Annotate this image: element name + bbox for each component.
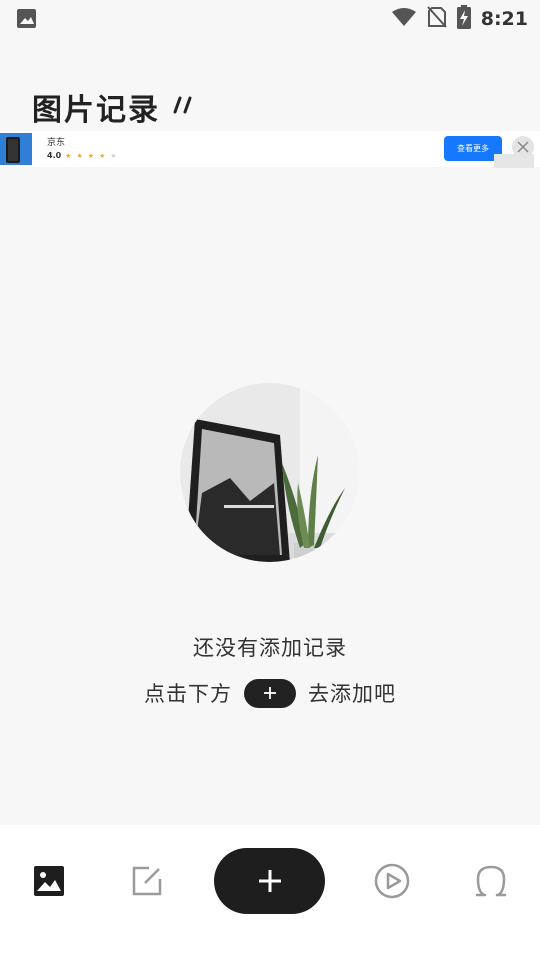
nav-gallery-icon[interactable] bbox=[31, 863, 67, 899]
hint-text-before: 点击下方 bbox=[144, 682, 232, 706]
image-notification-icon bbox=[16, 8, 37, 33]
bottom-navigation bbox=[0, 825, 540, 960]
ad-close-icon[interactable] bbox=[494, 136, 534, 172]
hint-add-pill-icon bbox=[244, 678, 296, 708]
empty-state-hint: 点击下方 去添加吧 bbox=[0, 678, 540, 708]
star-icon: ★ bbox=[87, 151, 95, 160]
nav-play-icon[interactable] bbox=[374, 863, 410, 899]
nav-profile-icon[interactable] bbox=[473, 863, 509, 899]
star-icon: ★ bbox=[65, 151, 72, 160]
status-time: 8:21 bbox=[480, 8, 528, 30]
nav-edit-icon[interactable] bbox=[129, 863, 165, 899]
star-icon: ★ bbox=[110, 151, 117, 160]
star-icon: ★ bbox=[99, 151, 106, 160]
no-sim-icon bbox=[426, 6, 447, 32]
hint-text-after: 去添加吧 bbox=[308, 682, 396, 706]
nav-add-button[interactable] bbox=[214, 848, 325, 914]
double-slash-decoration-icon bbox=[173, 96, 193, 118]
ad-product-thumbnail[interactable] bbox=[0, 133, 32, 165]
add-icon bbox=[258, 870, 281, 892]
ad-star-rating: ★ ★ ★ ★ ★ bbox=[65, 152, 116, 160]
empty-state-title: 还没有添加记录 bbox=[193, 636, 347, 660]
ad-rating-value: 4.0 bbox=[47, 151, 62, 160]
page-title: 图片记录 bbox=[32, 93, 160, 128]
wifi-icon bbox=[391, 7, 417, 31]
status-bar: 8:21 bbox=[0, 0, 540, 36]
ad-app-name: 京东 bbox=[47, 138, 66, 148]
empty-state-illustration bbox=[180, 383, 359, 562]
star-icon: ★ bbox=[76, 151, 83, 160]
ad-banner[interactable]: 京东 4.0 ★ ★ ★ ★ ★ 查看更多 bbox=[0, 131, 540, 167]
ad-rating-row: 4.0 ★ ★ ★ ★ ★ bbox=[47, 151, 117, 160]
battery-charging-icon bbox=[456, 5, 471, 33]
